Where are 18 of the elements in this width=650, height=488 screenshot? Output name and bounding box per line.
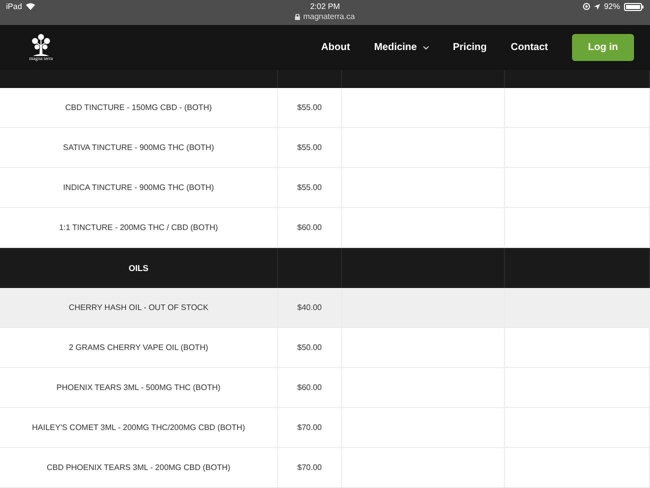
product-name-cell: CBD PHOENIX TEARS 3ML - 200MG CBD (BOTH) [0, 448, 278, 488]
address-text: magnaterra.ca [303, 12, 355, 21]
section-title: OILS [128, 263, 148, 273]
nav-link[interactable]: About [309, 42, 362, 53]
price-cell: $70.00 [278, 448, 342, 488]
tree-logo-icon [29, 33, 53, 57]
lock-icon [295, 14, 300, 20]
rotation-lock-icon [582, 3, 590, 10]
battery-percent: 92% [604, 2, 620, 11]
wifi-icon [26, 3, 36, 10]
location-icon [594, 4, 600, 10]
nav-link[interactable]: Pricing [440, 42, 499, 53]
chevron-down-icon [422, 46, 429, 50]
device-name: iPad [6, 2, 22, 11]
battery-icon [624, 2, 644, 10]
clock: 2:02 PM [310, 2, 340, 11]
nav-link[interactable]: Contact [498, 42, 560, 53]
nav-link[interactable]: Medicine [362, 42, 441, 53]
